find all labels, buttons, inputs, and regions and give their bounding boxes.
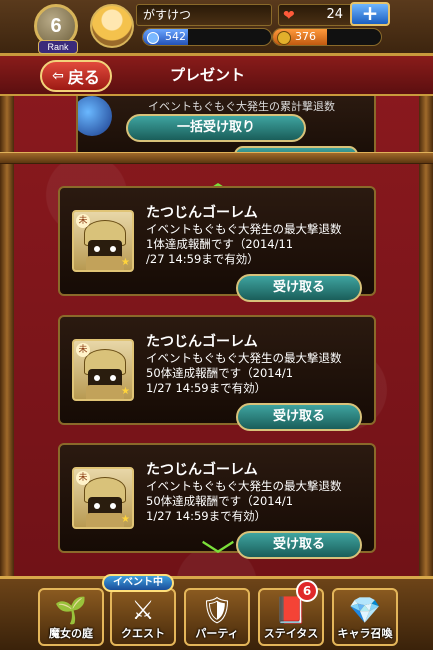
knight-helmet-icon: 🛡 bbox=[200, 596, 234, 626]
sprout-icon: 🌱 bbox=[54, 596, 88, 626]
right-wood-frame bbox=[419, 56, 433, 576]
nav-quest[interactable]: ⚔ クエスト bbox=[110, 588, 176, 646]
page-title: プレゼント bbox=[170, 66, 246, 84]
heart-icon: ❤ bbox=[283, 8, 295, 24]
element-badge-icon: 未 bbox=[76, 214, 90, 228]
present-item: 未 ★ たつじんゴーレム イベントもぐもぐ大発生の最大撃退数 50体達成報酬です… bbox=[58, 443, 376, 559]
nav-label: クエスト bbox=[121, 627, 165, 640]
back-arrow-icon: ⇦ bbox=[52, 68, 64, 84]
rank-label: Rank bbox=[38, 40, 78, 54]
present-item: 未 ★ たつじんゴーレム イベントもぐもぐ大発生の最大撃退数 50体達成報酬です… bbox=[58, 315, 376, 431]
gold-bar: 376 bbox=[272, 28, 382, 46]
exp-orb-icon bbox=[147, 32, 159, 44]
item-name: たつじんゴーレム bbox=[146, 462, 258, 478]
golem-icon: 未 ★ bbox=[72, 467, 134, 529]
nav-label: 魔女の庭 bbox=[49, 627, 93, 640]
exp-value: 542 bbox=[165, 30, 186, 43]
star-icon: ★ bbox=[121, 514, 130, 525]
star-icon: ★ bbox=[121, 386, 130, 397]
nav-label: ステイタス bbox=[263, 627, 319, 640]
crossed-swords-icon: ⚔ bbox=[131, 596, 155, 626]
receive-all-button[interactable]: 一括受け取り bbox=[126, 114, 306, 142]
gold-value: 376 bbox=[295, 30, 316, 43]
partial-description: イベントもぐもぐ大発生の累計撃退数 bbox=[148, 100, 335, 113]
nav-label: パーティ bbox=[195, 627, 239, 640]
item-name: たつじんゴーレム bbox=[146, 334, 258, 350]
star-icon: ★ bbox=[121, 257, 130, 268]
back-label: 戻る bbox=[67, 68, 100, 87]
gold-bag-icon bbox=[277, 31, 291, 45]
left-wood-frame bbox=[0, 56, 14, 576]
crystal-icon: 💎 bbox=[348, 596, 382, 626]
rank-value: 6 bbox=[50, 14, 62, 37]
scroll-down-icon[interactable]: ﹀ bbox=[196, 541, 240, 575]
nav-label: キャラ召喚 bbox=[337, 627, 393, 640]
element-badge-icon: 未 bbox=[76, 343, 90, 357]
item-description: イベントもぐもぐ大発生の最大撃退数 50体達成報酬です（2014/1 1/27 … bbox=[146, 479, 342, 523]
element-badge-icon: 未 bbox=[76, 471, 90, 485]
notification-badge: 6 bbox=[296, 580, 318, 602]
receive-button[interactable]: 受け取る bbox=[236, 531, 362, 559]
item-name: たつじんゴーレム bbox=[146, 205, 258, 221]
orb-icon bbox=[78, 96, 112, 136]
event-active-badge: イベント中 bbox=[102, 574, 174, 592]
nav-summon[interactable]: 💎 キャラ召喚 bbox=[332, 588, 398, 646]
item-description: イベントもぐもぐ大発生の最大撃退数 1体達成報酬です（2014/11 /27 1… bbox=[146, 222, 342, 266]
golem-icon: 未 ★ bbox=[72, 339, 134, 401]
username: がすけつ bbox=[136, 4, 272, 26]
add-stamina-button[interactable]: + bbox=[350, 2, 390, 26]
back-button[interactable]: ⇦ 戻る bbox=[40, 60, 112, 92]
item-description: イベントもぐもぐ大発生の最大撃退数 50体達成報酬です（2014/1 1/27 … bbox=[146, 351, 342, 395]
receive-button[interactable]: 受け取る bbox=[236, 403, 362, 431]
nav-witch-garden[interactable]: 🌱 魔女の庭 bbox=[38, 588, 104, 646]
stamina-value: 24 bbox=[326, 7, 343, 22]
nav-party[interactable]: 🛡 パーティ bbox=[184, 588, 250, 646]
exp-bar: 542 bbox=[142, 28, 272, 46]
title-bar: ⇦ 戻る プレゼント bbox=[0, 56, 433, 96]
player-avatar[interactable] bbox=[90, 4, 134, 48]
golem-icon: 未 ★ bbox=[72, 210, 134, 272]
receive-button[interactable]: 受け取る bbox=[236, 274, 362, 302]
present-item: 未 ★ たつじんゴーレム イベントもぐもぐ大発生の最大撃退数 1体達成報酬です（… bbox=[58, 186, 376, 302]
